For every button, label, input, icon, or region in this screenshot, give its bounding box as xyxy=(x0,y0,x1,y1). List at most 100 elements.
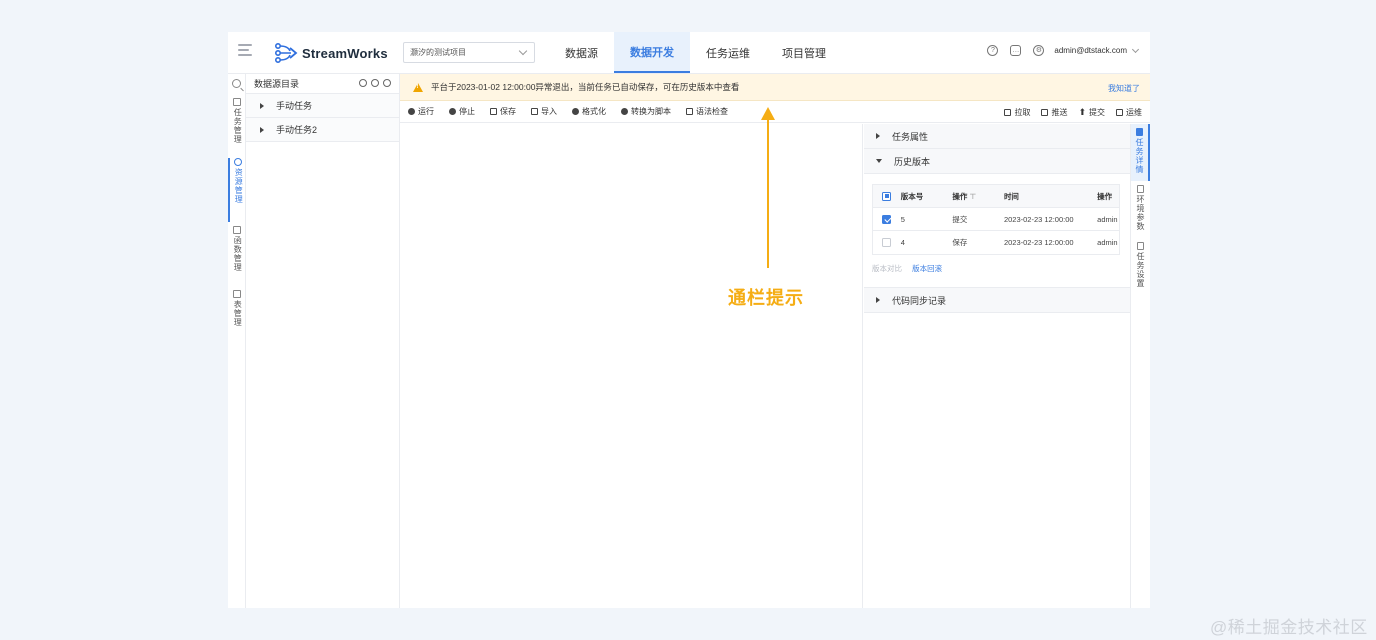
expand-arrow-icon xyxy=(876,159,882,163)
task-icon xyxy=(233,98,241,106)
version-rollback-button[interactable]: 版本回滚 xyxy=(912,264,942,273)
tab-task-settings[interactable]: 任务设置 xyxy=(1131,238,1150,295)
warning-icon xyxy=(413,82,423,92)
sidebar-item-function-management[interactable]: 函数管理 xyxy=(228,226,246,276)
version-compare-button[interactable]: 版本对比 xyxy=(872,264,902,273)
section-title: 代码同步记录 xyxy=(892,295,947,306)
collapse-arrow-icon xyxy=(876,297,880,303)
chevron-down-icon xyxy=(518,46,528,56)
operation-cell: 保存 xyxy=(952,238,968,247)
version-actions: 版本对比 版本回滚 xyxy=(872,263,1122,274)
version-cell: 4 xyxy=(900,238,905,247)
datasource-tree-panel: 数据源目录 手动任务 手动任务2 xyxy=(246,74,400,608)
sidebar-item-task-management[interactable]: 任务管理 xyxy=(228,98,246,148)
sidebar-item-label: 表管理 xyxy=(233,300,243,327)
pull-icon xyxy=(1004,109,1012,116)
tab-datasource[interactable]: 数据源 xyxy=(549,32,614,73)
table-row[interactable]: 5 提交 2023-02-23 12:00:00 admin xyxy=(873,208,1119,231)
sidebar-item-resource-management[interactable]: 资源管理 xyxy=(228,158,246,222)
ops-label: 运维 xyxy=(1126,108,1142,117)
tree-node[interactable]: 手动任务2 xyxy=(246,118,399,142)
banner-alert: 平台于2023-01-02 12:00:00异常退出，当前任务已自动保存，可在历… xyxy=(400,74,1150,101)
task-detail-panel: 任务属性 历史版本 版本号 操作 ⊤ 时间 操作 5 提交 2023-02-23 xyxy=(864,124,1131,608)
tab-project-management[interactable]: 项目管理 xyxy=(766,32,842,73)
tab-data-development[interactable]: 数据开发 xyxy=(614,32,690,73)
save-icon xyxy=(490,108,497,115)
select-all-checkbox[interactable] xyxy=(882,191,892,201)
format-icon xyxy=(572,108,579,115)
version-cell: 5 xyxy=(900,214,905,224)
section-history-versions[interactable]: 历史版本 xyxy=(864,149,1130,174)
watermark: @稀土掘金技术社区 xyxy=(1210,618,1368,637)
save-button[interactable]: 保存 xyxy=(490,106,516,117)
alert-message: 平台于2023-01-02 12:00:00异常退出，当前任务已自动保存，可在历… xyxy=(431,82,740,92)
submit-button[interactable]: ⬆ 提交 xyxy=(1078,107,1105,118)
search-icon[interactable] xyxy=(232,79,241,88)
sidebar-item-label: 函数管理 xyxy=(233,236,243,272)
tab-label: 任务设置 xyxy=(1136,252,1145,288)
column-header-filterable[interactable]: 操作 ⊤ xyxy=(952,191,1004,202)
stop-button[interactable]: 停止 xyxy=(449,106,475,117)
chevron-down-icon[interactable] xyxy=(1131,45,1140,53)
column-header: 时间 xyxy=(1003,191,1019,201)
format-button[interactable]: 格式化 xyxy=(572,106,606,117)
import-icon xyxy=(531,108,538,115)
syntax-check-label: 语法检查 xyxy=(696,107,728,116)
env-icon xyxy=(1137,185,1144,193)
time-cell: 2023-02-23 12:00:00 xyxy=(1003,238,1074,247)
tab-task-details[interactable]: 任务详情 xyxy=(1131,124,1150,181)
run-label: 运行 xyxy=(418,107,434,116)
convert-to-script-button[interactable]: 转换为脚本 xyxy=(621,106,671,117)
menu-icon[interactable] xyxy=(238,44,252,60)
syntax-check-icon xyxy=(686,108,693,115)
user-cell: admin xyxy=(1097,238,1118,247)
sidebar-item-label: 资源管理 xyxy=(234,168,244,204)
message-icon[interactable]: … xyxy=(1010,45,1022,56)
settings-doc-icon xyxy=(1137,242,1144,250)
locate-icon[interactable] xyxy=(359,79,367,87)
table-row[interactable]: 4 保存 2023-02-23 12:00:00 admin xyxy=(873,231,1119,254)
add-icon[interactable] xyxy=(383,79,391,87)
expand-arrow-icon[interactable] xyxy=(260,126,264,133)
section-title: 任务属性 xyxy=(892,131,929,142)
expand-arrow-icon[interactable] xyxy=(260,102,264,109)
help-icon[interactable]: ? xyxy=(987,45,999,56)
refresh-icon[interactable] xyxy=(371,79,379,87)
tree-node-label: 手动任务2 xyxy=(276,125,318,135)
header-actions: ? … ⚙ admin@dtstack.com xyxy=(975,45,1140,56)
ops-button[interactable]: 运维 xyxy=(1116,107,1142,118)
upload-arrow-icon: ⬆ xyxy=(1078,107,1086,117)
syntax-check-button[interactable]: 语法检查 xyxy=(686,106,728,117)
row-checkbox[interactable] xyxy=(882,214,892,224)
document-icon xyxy=(1136,128,1143,136)
section-code-sync-records[interactable]: 代码同步记录 xyxy=(864,288,1130,313)
dismiss-alert-link[interactable]: 我知道了 xyxy=(1108,83,1140,94)
run-button[interactable]: 运行 xyxy=(408,106,434,117)
section-task-properties[interactable]: 任务属性 xyxy=(864,124,1130,149)
toolbar-right: 拉取 推送 ⬆ 提交 运维 xyxy=(993,107,1142,118)
column-header: 版本号 xyxy=(900,191,924,201)
tab-task-ops[interactable]: 任务运维 xyxy=(690,32,766,73)
project-select-value: 灏汐的测试项目 xyxy=(410,48,466,57)
column-header: 操作 xyxy=(952,191,968,201)
settings-icon[interactable]: ⚙ xyxy=(1033,45,1045,56)
play-icon xyxy=(408,108,415,115)
row-checkbox[interactable] xyxy=(882,238,892,247)
tree-node[interactable]: 手动任务 xyxy=(246,94,399,118)
import-button[interactable]: 导入 xyxy=(531,106,557,117)
tab-env-params[interactable]: 环境参数 xyxy=(1131,181,1150,238)
filter-icon[interactable]: ⊤ xyxy=(969,192,976,201)
sidebar-item-table-management[interactable]: 表管理 xyxy=(228,290,246,331)
left-vertical-nav: 任务管理 资源管理 函数管理 表管理 xyxy=(228,74,246,608)
user-account[interactable]: admin@dtstack.com xyxy=(1054,46,1127,55)
user-cell: admin xyxy=(1097,214,1118,224)
pull-button[interactable]: 拉取 xyxy=(1004,107,1030,118)
tree-header: 数据源目录 xyxy=(246,74,399,94)
push-button[interactable]: 推送 xyxy=(1041,107,1067,118)
logo: StreamWorks xyxy=(274,42,388,64)
brand-name: StreamWorks xyxy=(302,45,388,61)
save-label: 保存 xyxy=(500,107,516,116)
code-editor[interactable] xyxy=(400,124,863,608)
push-label: 推送 xyxy=(1051,108,1068,117)
project-select[interactable]: 灏汐的测试项目 xyxy=(403,42,535,63)
